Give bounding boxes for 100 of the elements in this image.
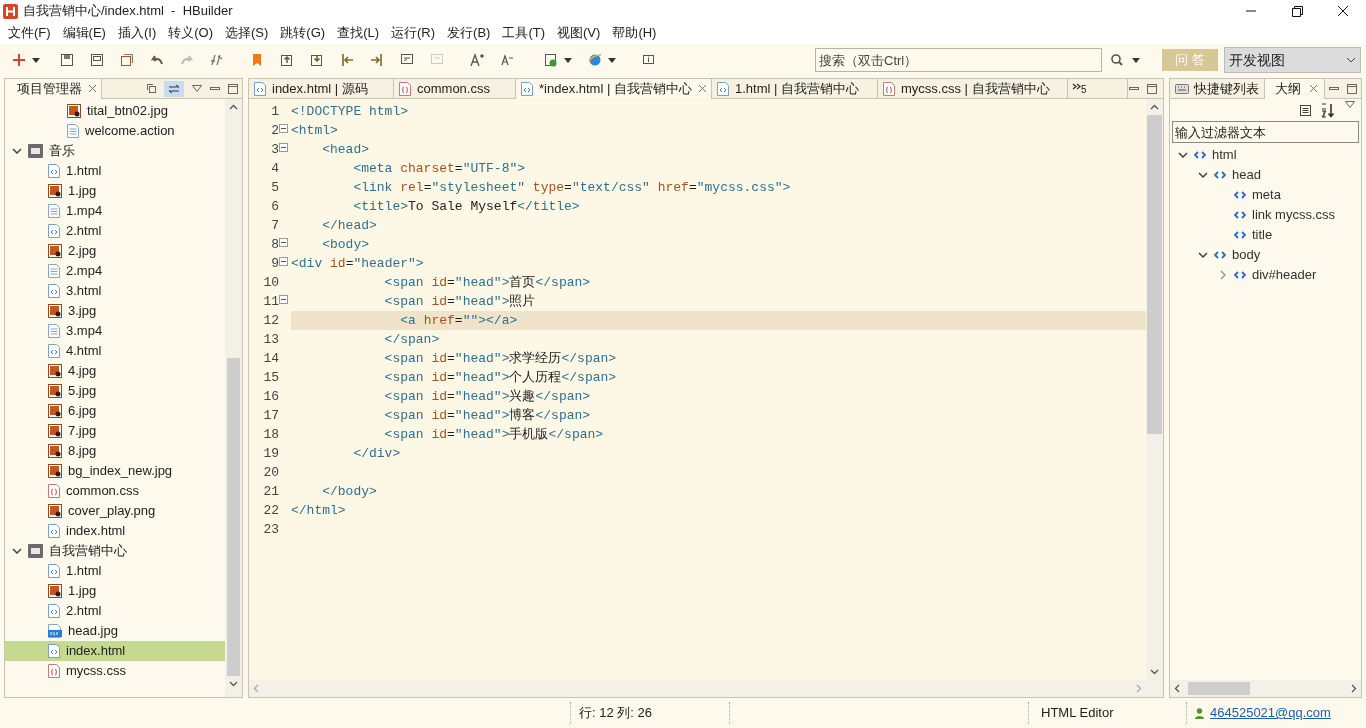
- tree-item[interactable]: 5.jpg: [5, 381, 225, 401]
- go-end-icon[interactable]: [370, 53, 384, 67]
- tree-item[interactable]: 音乐: [5, 141, 225, 161]
- menu-item[interactable]: 插入(I): [111, 23, 163, 43]
- tree-item[interactable]: 2.html: [5, 601, 225, 621]
- jump-up-icon[interactable]: [280, 53, 294, 67]
- tree-item[interactable]: head.jpg: [5, 621, 225, 641]
- outline-item[interactable]: body: [1170, 245, 1361, 265]
- scroll-right-icon[interactable]: [1351, 684, 1357, 693]
- tree-item[interactable]: 3.html: [5, 281, 225, 301]
- search-field[interactable]: 搜索（双击Ctrl）: [815, 48, 1102, 72]
- font-smaller-icon[interactable]: [500, 53, 514, 67]
- tree-item[interactable]: 4.html: [5, 341, 225, 361]
- tree-item[interactable]: common.css: [5, 481, 225, 501]
- menu-item[interactable]: 文件(F): [2, 23, 57, 43]
- editor-tab[interactable]: mycss.css | 自我营销中心: [878, 78, 1068, 99]
- tree-item[interactable]: 6.jpg: [5, 401, 225, 421]
- menu-item[interactable]: 视图(V): [551, 23, 607, 43]
- editor-tab[interactable]: *index.html | 自我营销中心: [516, 78, 712, 99]
- menu-item[interactable]: 运行(R): [385, 23, 442, 43]
- undo-icon[interactable]: [150, 53, 164, 67]
- view-menu-icon[interactable]: [1345, 101, 1355, 108]
- scrollbar[interactable]: [1170, 680, 1361, 697]
- menu-item[interactable]: 发行(B): [441, 23, 497, 43]
- close-file-icon[interactable]: [120, 53, 134, 67]
- caret-icon[interactable]: [608, 57, 616, 63]
- fold-icon[interactable]: [279, 124, 288, 133]
- fold-icon[interactable]: [279, 143, 288, 152]
- menu-item[interactable]: 查找(L): [331, 23, 386, 43]
- tree-item[interactable]: index.html: [5, 521, 225, 541]
- run-icon[interactable]: [544, 53, 558, 67]
- menu-item[interactable]: 工具(T): [496, 23, 552, 43]
- browser-icon[interactable]: [588, 53, 602, 67]
- fold-icon[interactable]: [279, 295, 288, 304]
- outline-item[interactable]: head: [1170, 165, 1361, 185]
- jump-down-icon[interactable]: [310, 53, 324, 67]
- tree-item[interactable]: 8.jpg: [5, 441, 225, 461]
- comment-icon[interactable]: [400, 53, 414, 67]
- scroll-down-icon[interactable]: [1150, 669, 1159, 675]
- scroll-left-icon[interactable]: [1174, 684, 1180, 693]
- tree-item[interactable]: mycss.css: [5, 661, 225, 681]
- outline-item[interactable]: link mycss.css: [1170, 205, 1361, 225]
- go-start-icon[interactable]: [340, 53, 354, 67]
- caret-icon[interactable]: [32, 57, 40, 63]
- tree-item[interactable]: bg_index_new.jpg: [5, 461, 225, 481]
- chevron-down-icon[interactable]: [12, 548, 22, 554]
- font-larger-icon[interactable]: [470, 53, 484, 67]
- scrollbar[interactable]: [1146, 99, 1163, 697]
- view-menu-icon[interactable]: [192, 85, 202, 92]
- menu-item[interactable]: 帮助(H): [606, 23, 663, 43]
- chevron-down-icon[interactable]: [1178, 152, 1188, 158]
- tree-item[interactable]: 1.jpg: [5, 181, 225, 201]
- editor-tab[interactable]: 1.html | 自我营销中心: [712, 78, 878, 99]
- close-icon[interactable]: [697, 84, 707, 93]
- list-icon[interactable]: [1300, 104, 1311, 116]
- scroll-up-icon[interactable]: [229, 104, 238, 110]
- scroll-up-icon[interactable]: [1150, 104, 1159, 110]
- tree-item[interactable]: 3.mp4: [5, 321, 225, 341]
- tree-item[interactable]: 自我营销中心: [5, 541, 225, 561]
- maximize-icon[interactable]: [1347, 83, 1357, 94]
- tree-item[interactable]: 1.jpg: [5, 581, 225, 601]
- tree-item[interactable]: index.html: [5, 641, 225, 661]
- chevron-down-icon[interactable]: [12, 148, 22, 154]
- tree-item[interactable]: 3.jpg: [5, 301, 225, 321]
- tab-overflow[interactable]: 5: [1068, 78, 1128, 99]
- account-link[interactable]: 464525021@qq.com: [1210, 703, 1331, 723]
- menu-item[interactable]: 选择(S): [219, 23, 275, 43]
- scrollbar[interactable]: [225, 99, 242, 697]
- tree-item[interactable]: 4.jpg: [5, 361, 225, 381]
- tree-item[interactable]: 1.mp4: [5, 201, 225, 221]
- menu-item[interactable]: 跳转(G): [274, 23, 332, 43]
- collapse-all-icon[interactable]: [147, 84, 156, 93]
- editor-tab[interactable]: index.html | 源码: [249, 78, 394, 99]
- caret-icon[interactable]: [1132, 57, 1140, 63]
- maximize-icon[interactable]: [1147, 83, 1157, 94]
- tree-item[interactable]: 2.html: [5, 221, 225, 241]
- format-icon[interactable]: [210, 53, 224, 67]
- tree-item[interactable]: tital_btn02.jpg: [5, 101, 225, 121]
- editor-tab[interactable]: common.css: [394, 78, 516, 99]
- panel-tab[interactable]: 项目管理器: [5, 78, 102, 99]
- tree-item[interactable]: 7.jpg: [5, 421, 225, 441]
- close-icon[interactable]: [88, 84, 97, 93]
- minimize-icon[interactable]: [210, 84, 220, 93]
- tree-item[interactable]: 2.jpg: [5, 241, 225, 261]
- panel-tab[interactable]: 大纲: [1265, 78, 1325, 99]
- minimize-icon[interactable]: [1329, 84, 1339, 93]
- info-icon[interactable]: [642, 53, 656, 67]
- bookmark-icon[interactable]: [250, 53, 264, 67]
- outline-item[interactable]: title: [1170, 225, 1361, 245]
- close-icon[interactable]: [1309, 84, 1318, 93]
- scroll-down-icon[interactable]: [229, 681, 238, 687]
- outline-item[interactable]: html: [1170, 145, 1361, 165]
- outline-item[interactable]: meta: [1170, 185, 1361, 205]
- fold-icon[interactable]: [279, 238, 288, 247]
- maximize-icon[interactable]: [228, 83, 238, 94]
- tree-item[interactable]: welcome.action: [5, 121, 225, 141]
- tree-item[interactable]: 2.mp4: [5, 261, 225, 281]
- save-icon[interactable]: [60, 53, 74, 67]
- search-icon[interactable]: [1110, 53, 1124, 67]
- menu-item[interactable]: 转义(O): [162, 23, 219, 43]
